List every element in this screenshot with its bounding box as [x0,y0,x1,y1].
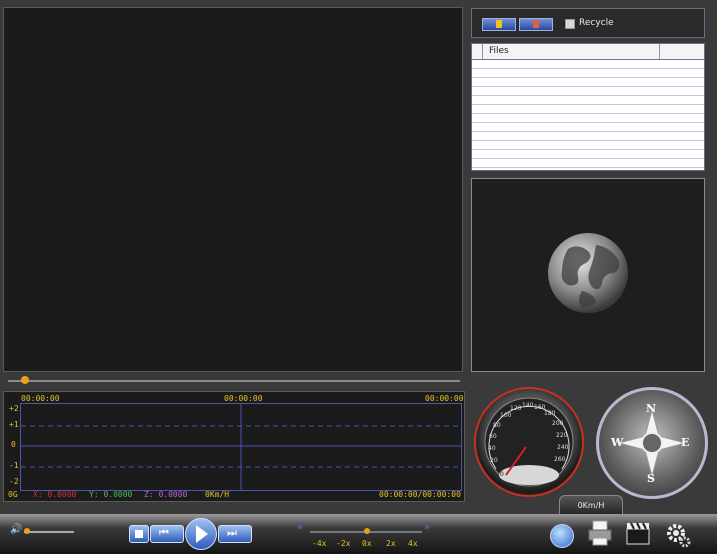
volume-slider[interactable] [24,531,74,533]
speed-label-minus2[interactable]: -2x [336,539,350,548]
gsensor-time-readout: 00:00:00/00:00:00 [379,490,461,499]
speed-increase-icon[interactable]: » [424,522,430,533]
compass-east: E [681,436,690,449]
play-icon [196,525,208,543]
recycle-checkbox[interactable] [565,19,575,29]
snapshot-button[interactable] [626,521,650,545]
speed-tab-label: 0Km/H [577,501,605,510]
speed-tick-260: 260 [554,456,566,463]
speed-tick-140: 140 [522,402,534,409]
compass-west: W [611,436,624,449]
speed-tick-0: 0 [500,471,504,478]
seek-bar[interactable] [8,380,460,382]
recycle-label: Recycle [579,18,614,28]
stop-button[interactable] [129,525,149,543]
gsensor-y-value: Y: 0.0000 [89,490,133,499]
map-globe-button[interactable] [550,524,574,548]
fast-forward-button[interactable]: ⏭ [218,525,252,543]
playback-speed-handle[interactable] [364,528,370,534]
stop-icon [135,530,143,538]
speed-tick-240: 240 [557,444,569,451]
folder-icon [496,20,502,28]
speed-display-tab: 0Km/H [559,495,623,516]
y-label-plus2: +2 [9,404,19,413]
y-label-zero: 0 [11,440,16,449]
gear-icon [667,524,691,548]
open-folder-button[interactable] [519,18,553,31]
print-button[interactable] [588,520,612,546]
speed-tick-60: 60 [489,433,497,440]
speed-tick-80: 80 [493,422,501,429]
y-label-plus1: +1 [9,420,19,429]
globe-icon [548,233,628,313]
gsensor-time-mid: 00:00:00 [224,394,263,403]
gsensor-speed: 0Km/H [205,490,230,499]
printer-icon [588,520,612,546]
files-column-header[interactable]: Files [489,46,509,56]
gsensor-plot [20,403,462,491]
rewind-icon: ⏮ [159,526,169,539]
speed-tick-180: 180 [544,410,556,417]
gsensor-time-start: 00:00:00 [21,394,60,403]
compass-south: S [647,472,655,485]
speed-label-0[interactable]: 0x [362,539,372,548]
speed-tick-40: 40 [488,445,496,452]
gsensor-time-end: 00:00:00 [425,394,464,403]
gsensor-x-value: X: 0.0000 [33,490,77,499]
files-list-header: Files [472,44,704,60]
files-list[interactable]: Files [471,43,705,171]
rewind-button[interactable]: ⏮ [150,525,184,543]
y-label-minus2: -2 [9,477,19,486]
gsensor-unit: 0G [8,490,18,499]
volume-icon[interactable]: 🔊 [10,524,22,535]
speed-tick-120: 120 [510,405,522,412]
open-file-button[interactable] [482,18,516,31]
speedometer-base [499,465,559,485]
volume-handle[interactable] [24,528,30,534]
speed-tick-200: 200 [552,420,564,427]
map-panel[interactable] [471,178,705,372]
video-display[interactable] [3,7,463,372]
speed-label-2[interactable]: 2x [386,539,396,548]
document-icon [533,20,539,28]
speed-decrease-icon[interactable]: « [297,522,303,533]
play-button[interactable] [185,518,217,550]
speed-tick-20: 20 [490,457,498,464]
fast-forward-icon: ⏭ [227,526,237,539]
settings-button[interactable] [665,522,691,548]
compass-north: N [646,402,657,415]
speedometer: 0 20 40 60 80 100 120 140 160 180 200 22… [474,387,584,497]
gsensor-grid [21,404,461,490]
y-label-minus1: -1 [9,461,19,470]
clapperboard-icon [626,522,650,545]
speed-label-4[interactable]: 4x [408,539,418,548]
compass: N S E W [596,387,708,499]
gsensor-z-value: Z: 0.0000 [144,490,188,499]
speed-tick-100: 100 [500,412,512,419]
speed-tick-220: 220 [556,432,568,439]
file-toolbar: Recycle [471,8,705,38]
seek-handle[interactable] [21,376,29,384]
speed-label-minus4[interactable]: -4x [312,539,326,548]
